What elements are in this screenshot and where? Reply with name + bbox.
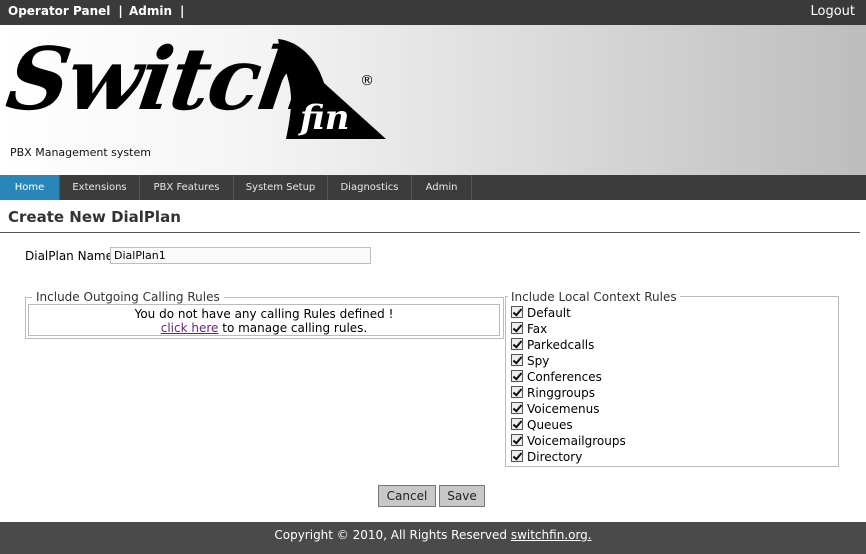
dialplan-name-label: DialPlan Name: [25, 249, 114, 263]
context-conferences[interactable]: Conferences: [511, 370, 602, 386]
no-rules-message: You do not have any calling Rules define…: [134, 307, 394, 321]
main-nav: Home Extensions PBX Features System Setu…: [0, 175, 866, 200]
title-divider: [0, 232, 860, 233]
tab-admin[interactable]: Admin: [412, 175, 472, 200]
dialplan-name-input[interactable]: [110, 247, 371, 264]
logout-link[interactable]: Logout: [810, 4, 855, 19]
context-parkedcalls[interactable]: Parkedcalls: [511, 338, 594, 354]
outgoing-rules-message-box: You do not have any calling Rules define…: [28, 304, 500, 336]
checkbox-checked-icon[interactable]: [511, 386, 523, 398]
footer: Copyright © 2010, All Rights Reserved sw…: [0, 522, 866, 554]
manage-rules-link[interactable]: click here: [161, 321, 219, 335]
context-default[interactable]: Default: [511, 306, 571, 322]
context-label: Default: [527, 306, 571, 320]
banner: Switch fin ® PBX Management system: [0, 25, 866, 175]
context-label: Spy: [527, 354, 550, 368]
checkbox-checked-icon[interactable]: [511, 306, 523, 318]
context-fax[interactable]: Fax: [511, 322, 547, 338]
switchfin-link[interactable]: switchfin.org.: [511, 528, 592, 542]
tab-diagnostics[interactable]: Diagnostics: [328, 175, 412, 200]
context-directory[interactable]: Directory: [511, 450, 582, 466]
local-context-legend: Include Local Context Rules: [508, 290, 680, 304]
admin-link[interactable]: Admin: [129, 4, 172, 18]
checkbox-checked-icon[interactable]: [511, 434, 523, 446]
context-label: Conferences: [527, 370, 602, 384]
checkbox-checked-icon[interactable]: [511, 402, 523, 414]
context-label: Queues: [527, 418, 573, 432]
outgoing-rules-legend: Include Outgoing Calling Rules: [32, 290, 224, 304]
checkbox-checked-icon[interactable]: [511, 450, 523, 462]
logo-fin-text: fin: [297, 98, 349, 138]
page-title: Create New DialPlan: [8, 208, 181, 226]
fin-logo-icon: fin ®: [278, 39, 386, 139]
checkbox-checked-icon[interactable]: [511, 338, 523, 350]
context-label: Voicemenus: [527, 402, 600, 416]
context-label: Fax: [527, 322, 548, 336]
tab-pbx-features[interactable]: PBX Features: [140, 175, 234, 200]
operator-panel-link[interactable]: Operator Panel: [8, 4, 110, 18]
copyright-text: Copyright © 2010, All Rights Reserved: [274, 528, 511, 542]
tagline: PBX Management system: [10, 146, 151, 159]
tab-extensions[interactable]: Extensions: [60, 175, 140, 200]
checkbox-checked-icon[interactable]: [511, 418, 523, 430]
registered-mark: ®: [360, 73, 374, 89]
context-voicemenus[interactable]: Voicemenus: [511, 402, 599, 418]
tab-system-setup[interactable]: System Setup: [234, 175, 328, 200]
context-ringgroups[interactable]: Ringgroups: [511, 386, 595, 402]
context-spy[interactable]: Spy: [511, 354, 549, 370]
checkbox-checked-icon[interactable]: [511, 370, 523, 382]
context-label: Ringgroups: [527, 386, 595, 400]
top-links: Operator Panel | Admin |: [8, 4, 185, 18]
manage-rules-suffix: to manage calling rules.: [218, 321, 368, 335]
context-label: Parkedcalls: [527, 338, 595, 352]
context-label: Voicemailgroups: [527, 434, 626, 448]
cancel-button[interactable]: Cancel: [378, 485, 436, 507]
save-button[interactable]: Save: [439, 485, 485, 507]
context-voicemailgroups[interactable]: Voicemailgroups: [511, 434, 626, 450]
context-label: Directory: [527, 450, 583, 464]
context-queues[interactable]: Queues: [511, 418, 573, 434]
tab-home[interactable]: Home: [0, 175, 60, 200]
checkbox-checked-icon[interactable]: [511, 354, 523, 366]
top-bar: Operator Panel | Admin | Logout: [0, 0, 866, 25]
checkbox-checked-icon[interactable]: [511, 322, 523, 334]
